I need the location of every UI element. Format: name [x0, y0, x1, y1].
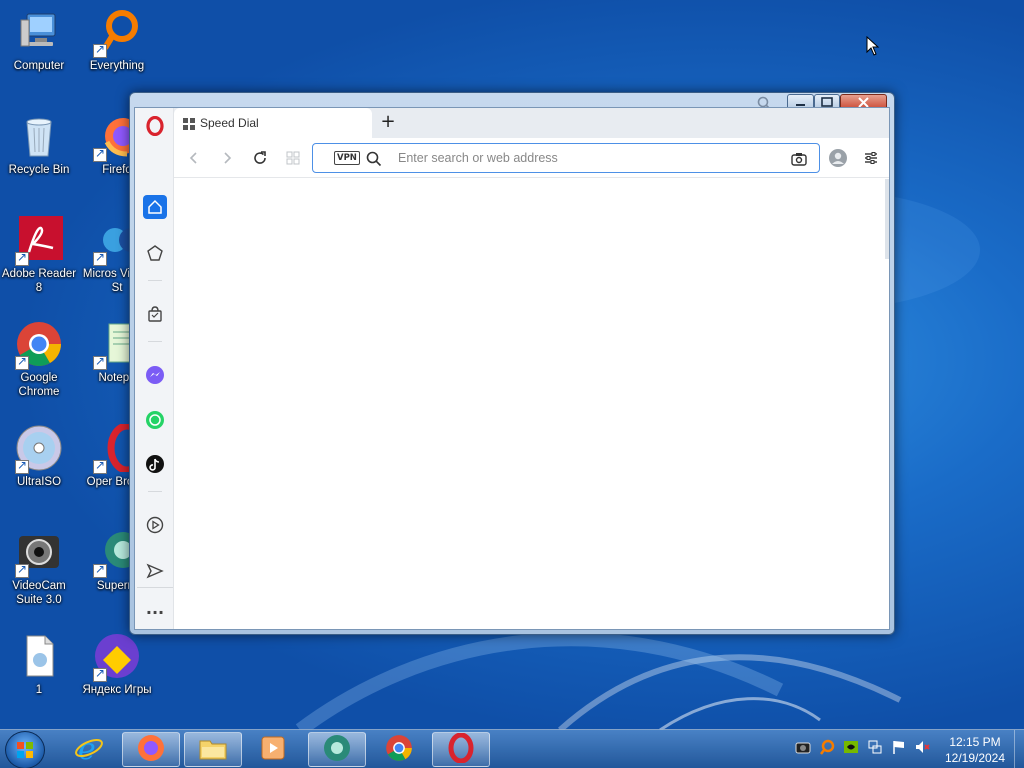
- tiles-button[interactable]: [281, 146, 305, 170]
- ultraiso-icon: [15, 424, 63, 474]
- desktop-icon-videocam[interactable]: VideoCam Suite 3.0: [0, 528, 78, 607]
- shortcut-arrow-icon: [15, 458, 29, 474]
- internet-explorer-icon: e: [74, 732, 104, 767]
- adobe-reader-icon: [15, 216, 63, 266]
- tray-action-center-flag-icon[interactable]: [891, 739, 907, 755]
- shortcut-arrow-icon: [15, 250, 29, 266]
- mouse-cursor-icon: [866, 35, 880, 60]
- everything-search-icon: [93, 8, 141, 58]
- profile-avatar-icon[interactable]: [826, 146, 850, 170]
- tab-bar: Speed Dial +: [174, 108, 889, 138]
- taskbar-chrome[interactable]: [370, 732, 428, 767]
- desktop-icon-chrome[interactable]: Google Chrome: [0, 320, 78, 399]
- desktop-icon-everything[interactable]: Everything: [78, 8, 156, 73]
- sidebar-send-icon[interactable]: [143, 559, 167, 583]
- recycle-bin-icon: [15, 112, 63, 160]
- navigation-toolbar: VPN: [174, 138, 889, 178]
- opera-browser-window[interactable]: ··· Speed Dial + VPN Enter search or web…: [129, 92, 895, 635]
- start-button[interactable]: [5, 731, 45, 768]
- new-tab-button[interactable]: +: [377, 112, 399, 134]
- sidebar-separator: [148, 491, 162, 492]
- scrollbar[interactable]: [885, 179, 889, 259]
- shortcut-arrow-icon: [93, 458, 107, 474]
- sidebar-tiktok-icon[interactable]: [143, 452, 167, 476]
- shortcut-arrow-icon: [93, 562, 107, 578]
- tray-everything-icon[interactable]: [819, 739, 835, 755]
- back-button[interactable]: [182, 146, 206, 170]
- firefox-icon: [137, 734, 165, 766]
- system-clock[interactable]: 12:15 PM 12/19/2024: [940, 734, 1010, 766]
- shortcut-arrow-icon: [93, 666, 107, 682]
- taskbar-media-player[interactable]: [244, 732, 302, 767]
- desktop-icon-recycle-bin[interactable]: Recycle Bin: [0, 112, 78, 177]
- desktop-icon-yandex-games[interactable]: Яндекс Игры: [78, 632, 156, 697]
- desktop-icon-computer[interactable]: Computer: [0, 8, 78, 73]
- sidebar-separator: [148, 280, 162, 281]
- tray-network-icon[interactable]: [867, 739, 883, 755]
- taskbar: e 12:15 PM 12/19/2024: [0, 729, 1024, 768]
- tray-camera-icon[interactable]: [795, 739, 811, 755]
- sidebar-separator: [148, 341, 162, 342]
- desktop-icon-file-1[interactable]: 1: [0, 632, 78, 697]
- address-bar[interactable]: VPN: [312, 143, 820, 173]
- forward-button[interactable]: [215, 146, 239, 170]
- sidebar-home-icon[interactable]: [143, 195, 167, 219]
- shortcut-arrow-icon: [93, 250, 107, 266]
- videocam-icon: [15, 528, 63, 578]
- tray-nvidia-icon[interactable]: [843, 739, 859, 755]
- clock-time: 12:15 PM: [949, 735, 1001, 749]
- sidebar-separator: [137, 587, 173, 588]
- tab-speed-dial[interactable]: Speed Dial: [174, 108, 372, 138]
- shortcut-arrow-icon: [15, 354, 29, 370]
- show-desktop-button[interactable]: [1014, 730, 1024, 768]
- opera-menu-logo-icon[interactable]: [143, 114, 167, 138]
- sidebar-player-icon[interactable]: [143, 513, 167, 537]
- shortcut-arrow-icon: [15, 562, 29, 578]
- reload-button[interactable]: [248, 146, 272, 170]
- taskbar-firefox[interactable]: [122, 732, 180, 767]
- yandex-games-icon: [93, 632, 141, 682]
- file-explorer-icon: [198, 735, 228, 765]
- page-content-area[interactable]: [174, 179, 889, 629]
- browser-content-frame: ··· Speed Dial + VPN Enter search or web…: [134, 107, 890, 630]
- chrome-icon: [15, 320, 63, 370]
- shortcut-arrow-icon: [93, 42, 107, 58]
- sidebar-more-icon[interactable]: ···: [143, 600, 167, 624]
- taskbar-opera[interactable]: [432, 732, 490, 767]
- sidebar-pinboard-icon[interactable]: [143, 241, 167, 265]
- search-icon: [366, 151, 382, 171]
- clock-date: 12/19/2024: [944, 751, 1006, 765]
- vpn-badge[interactable]: VPN: [334, 151, 360, 165]
- taskbar-supermium[interactable]: [308, 732, 366, 767]
- address-input[interactable]: [398, 149, 758, 167]
- opera-sidebar: ···: [135, 108, 174, 629]
- sidebar-shopping-bag-icon[interactable]: [143, 302, 167, 326]
- file-icon: [15, 632, 63, 680]
- opera-icon: [447, 732, 475, 767]
- shortcut-arrow-icon: [93, 354, 107, 370]
- shortcut-arrow-icon: [93, 146, 107, 162]
- supermium-icon: [323, 734, 351, 766]
- tab-label: Speed Dial: [200, 116, 259, 130]
- computer-icon: [15, 8, 63, 56]
- media-player-icon: [259, 734, 287, 766]
- desktop-icon-ultraiso[interactable]: UltraISO: [0, 424, 78, 489]
- sidebar-whatsapp-icon[interactable]: [143, 408, 167, 432]
- desktop-icon-adobe-reader[interactable]: Adobe Reader 8: [0, 216, 78, 295]
- taskbar-internet-explorer[interactable]: e: [60, 732, 118, 767]
- snapshot-camera-icon[interactable]: [791, 151, 807, 171]
- tray-volume-muted-icon[interactable]: [915, 739, 931, 755]
- taskbar-file-explorer[interactable]: [184, 732, 242, 767]
- chrome-icon: [385, 734, 413, 766]
- easy-setup-icon[interactable]: [859, 146, 883, 170]
- svg-text:e: e: [78, 733, 96, 763]
- sidebar-messenger-icon[interactable]: [143, 363, 167, 387]
- speed-dial-grid-icon: [183, 118, 195, 133]
